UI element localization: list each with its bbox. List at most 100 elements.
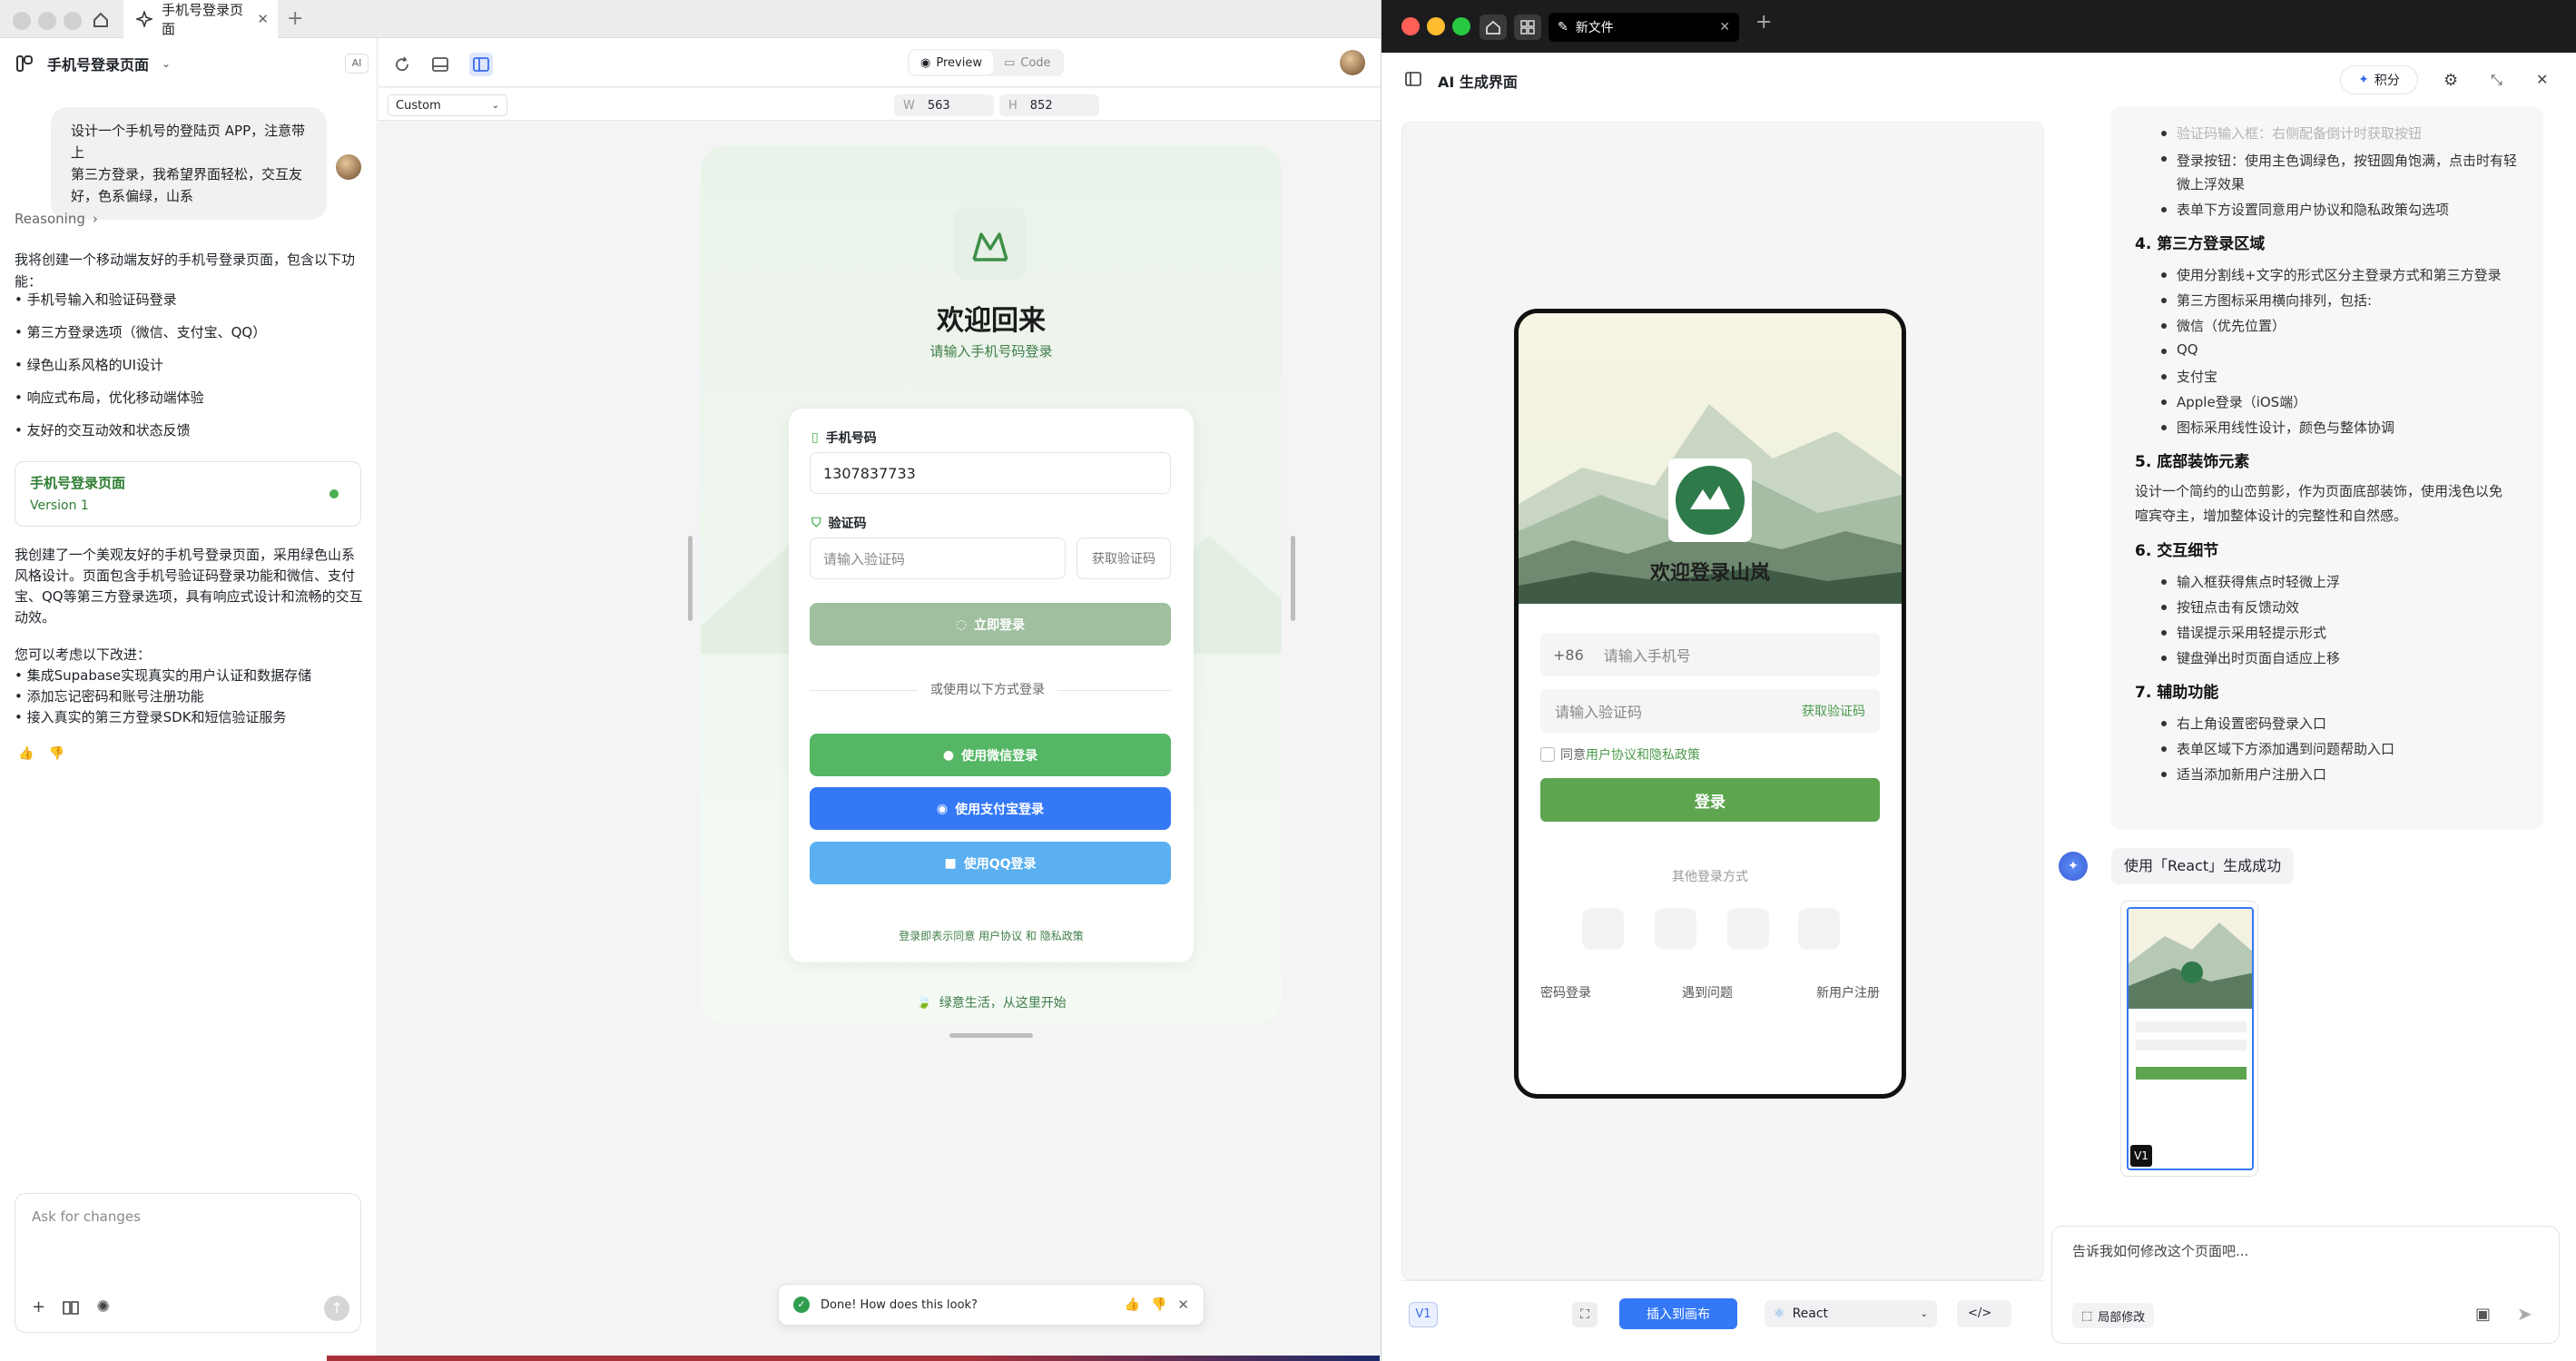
close-icon[interactable]: ✕ [2536, 71, 2548, 88]
close-dot[interactable] [1401, 17, 1420, 35]
send-icon[interactable]: ↑ [324, 1296, 349, 1321]
split-view-icon[interactable] [469, 53, 493, 76]
tab-code[interactable]: ▭ Code [993, 51, 1062, 74]
apple-icon[interactable] [1798, 908, 1840, 950]
chat-input-placeholder[interactable]: Ask for changes [32, 1208, 141, 1225]
list-item: 错误提示采用轻提示形式 [2160, 625, 2327, 641]
width-field[interactable]: W 563 [894, 94, 994, 116]
sidebar-toggle-icon[interactable] [1405, 71, 1421, 87]
ai-badge[interactable]: AI [345, 54, 369, 74]
check-circle-icon: ◌ [955, 616, 968, 632]
chevron-down-icon[interactable]: ⌄ [162, 57, 171, 70]
height-label: H [1008, 98, 1018, 113]
sparkle-tool-icon[interactable]: ✺ [96, 1297, 110, 1317]
new-tab-icon[interactable]: + [287, 7, 303, 30]
minimize-dot[interactable] [1427, 17, 1445, 35]
layout-icon[interactable] [431, 55, 449, 74]
alipay-icon[interactable] [1727, 908, 1769, 950]
reasoning-label: Reasoning [15, 211, 85, 227]
phone-placeholder: 请输入手机号 [1603, 647, 1691, 665]
country-code[interactable]: +86 [1553, 646, 1584, 664]
thumbs-up-icon[interactable]: 👍 [18, 746, 34, 761]
thumbs-down-icon[interactable]: 👎 [1151, 1297, 1166, 1312]
points-button[interactable]: ✦ 积分 [2340, 65, 2418, 94]
collapse-icon[interactable]: ⤡ [2491, 71, 2502, 89]
register-link[interactable]: 新用户注册 [1816, 983, 1880, 1001]
fullscreen-icon[interactable]: ⛶ [1572, 1302, 1598, 1327]
get-code-button[interactable]: 获取验证码 [1077, 537, 1171, 579]
device-value: Custom [396, 98, 441, 113]
zoom-dot[interactable] [64, 12, 82, 30]
user-message: 设计一个手机号的登陆页 APP，注意带上 第三方登录，我希望界面轻松，交互友 好… [51, 107, 327, 220]
thumbs-up-icon[interactable]: 👍 [1125, 1297, 1140, 1312]
close-icon[interactable]: ✕ [1177, 1297, 1189, 1313]
code-label: ⛉ 验证码 [811, 514, 867, 532]
privacy-link[interactable]: 隐私政策 [1040, 930, 1084, 942]
thumbnail-card[interactable]: V1 [2120, 901, 2258, 1177]
resize-handle-left[interactable] [688, 536, 693, 621]
version-badge[interactable]: V1 [1409, 1302, 1438, 1327]
agreement-link[interactable]: 用户协议和隐私政策 [1586, 745, 1700, 764]
help-link[interactable]: 遇到问题 [1682, 983, 1733, 1001]
qq-icon[interactable] [1655, 908, 1696, 950]
apps-icon[interactable] [1514, 15, 1541, 40]
list-item: • 友好的交互动效和状态反馈 [15, 422, 191, 439]
plus-icon[interactable]: + [32, 1297, 45, 1317]
framework-select[interactable]: ⚛ React ⌄ [1765, 1300, 1937, 1327]
close-dot[interactable] [13, 12, 31, 30]
list-item: 按钮点击有反馈动效 [2160, 599, 2300, 616]
home-icon[interactable] [1480, 15, 1507, 40]
wechat-icon[interactable] [1582, 908, 1624, 950]
close-icon[interactable]: ✕ [1719, 20, 1730, 35]
thumbs-down-icon[interactable]: 👎 [48, 746, 64, 761]
height-field[interactable]: H 852 [999, 94, 1099, 116]
alipay-login-button[interactable]: ◉ 使用支付宝登录 [810, 787, 1171, 830]
code-input[interactable]: 请输入验证码 获取验证码 [1540, 689, 1880, 733]
alipay-label: 使用支付宝登录 [955, 802, 1045, 817]
resize-handle-right[interactable] [1291, 536, 1295, 621]
footer-slogan: 🍃 绿意生活，从这里开始 [701, 993, 1282, 1011]
qq-login-button[interactable]: ■ 使用QQ登录 [810, 842, 1171, 884]
tab-preview[interactable]: ◉ Preview [909, 51, 993, 74]
version-card[interactable]: 手机号登录页面 Version 1 [15, 461, 361, 527]
phone-input[interactable]: 1307837733 [810, 452, 1171, 494]
password-login-link[interactable]: 密码登录 [1540, 983, 1591, 1001]
wechat-label: 使用微信登录 [961, 748, 1038, 764]
image-icon[interactable]: ▣ [2475, 1305, 2491, 1324]
new-tab-icon[interactable]: + [1755, 11, 1772, 34]
refresh-icon[interactable] [393, 55, 411, 74]
book-icon[interactable] [62, 1299, 80, 1316]
zoom-dot[interactable] [1452, 17, 1470, 35]
list-item: 微信（优先位置） [2160, 318, 2286, 334]
phone-login-button[interactable]: 登录 [1540, 778, 1880, 822]
terms-link[interactable]: 用户协议 [978, 930, 1022, 942]
chat-input-placeholder[interactable]: 告诉我如何修改这个页面吧... [2072, 1241, 2248, 1260]
list-item: 登录按钮：使用主色调绿色，按钮圆角饱满，点击时有轻 微上浮效果 [2161, 149, 2540, 196]
phone-number-input[interactable]: +86 请输入手机号 [1540, 633, 1880, 676]
agreement-checkbox[interactable] [1540, 747, 1555, 762]
tab-new-file[interactable]: ✎ 新文件 ✕ [1549, 13, 1739, 42]
project-title[interactable]: 手机号登录页面 [47, 53, 149, 74]
minimize-dot[interactable] [38, 12, 56, 30]
wechat-login-button[interactable]: ● 使用微信登录 [810, 734, 1171, 776]
code-view-icon[interactable]: </> [1957, 1300, 2011, 1327]
close-icon[interactable]: ✕ [257, 11, 269, 27]
home-icon[interactable] [82, 0, 120, 38]
reasoning-toggle[interactable]: Reasoning › [15, 211, 98, 227]
logo-icon[interactable] [15, 54, 34, 74]
local-edit-button[interactable]: ⬚ 局部修改 [2072, 1303, 2155, 1328]
insert-canvas-button[interactable]: 插入到画布 [1619, 1298, 1737, 1329]
get-code-link[interactable]: 获取验证码 [1802, 702, 1865, 720]
device-select[interactable]: Custom ⌄ [388, 94, 507, 116]
edit-icon: ⬚ [2081, 1308, 2093, 1323]
section-heading: 7. 辅助功能 [2135, 684, 2219, 702]
send-icon[interactable]: ➤ [2517, 1303, 2532, 1325]
chat-input-box[interactable]: Ask for changes + ✺ ↑ [15, 1193, 361, 1333]
login-button[interactable]: ◌ 立即登录 [810, 603, 1171, 646]
chat-input-box[interactable]: 告诉我如何修改这个页面吧... ⬚ 局部修改 ▣ ➤ [2051, 1226, 2560, 1344]
tab-login-page[interactable]: 手机号登录页面 ✕ [123, 0, 278, 38]
gear-icon[interactable]: ⚙ [2443, 71, 2458, 90]
welcome-subtitle: 请输入手机号码登录 [929, 343, 1053, 360]
avatar[interactable] [1340, 50, 1365, 75]
code-input[interactable]: 请输入验证码 [810, 537, 1066, 579]
